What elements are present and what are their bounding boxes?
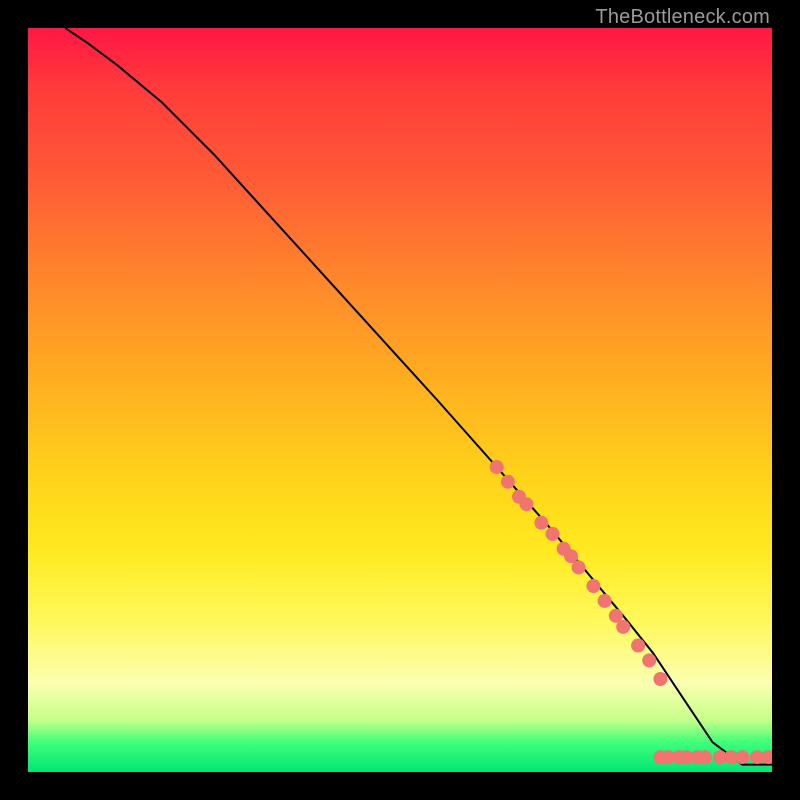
- bottleneck-curve: [65, 28, 772, 765]
- data-marker: [572, 560, 586, 574]
- data-marker: [501, 475, 515, 489]
- data-marker: [534, 516, 548, 530]
- data-marker: [735, 750, 749, 764]
- data-marker: [653, 672, 667, 686]
- data-marker: [490, 460, 504, 474]
- data-marker: [642, 653, 656, 667]
- data-marker: [598, 594, 612, 608]
- data-marker: [761, 750, 772, 764]
- chart-svg-overlay: [28, 28, 772, 772]
- chart-frame: [28, 28, 772, 772]
- watermark-text: TheBottleneck.com: [595, 6, 770, 29]
- data-marker: [586, 579, 600, 593]
- data-marker: [616, 620, 630, 634]
- data-marker: [698, 750, 712, 764]
- data-markers: [490, 460, 772, 764]
- data-marker: [546, 527, 560, 541]
- data-marker: [631, 639, 645, 653]
- data-marker: [520, 497, 534, 511]
